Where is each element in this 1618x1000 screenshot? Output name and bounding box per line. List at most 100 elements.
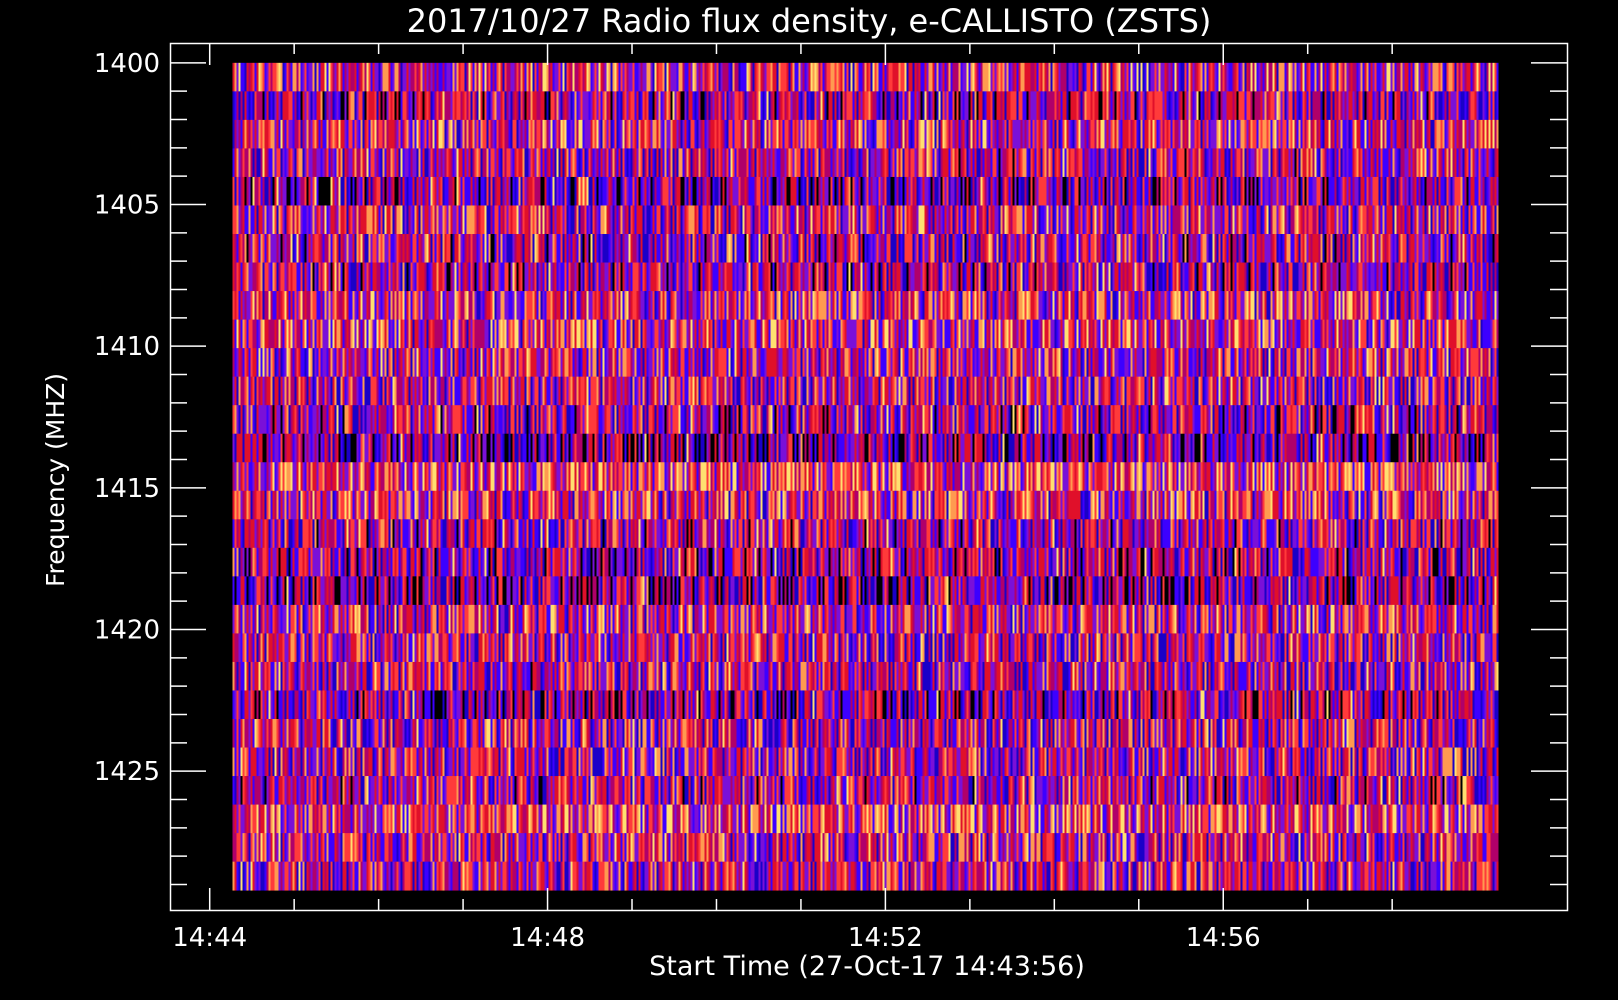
heatmap-cell (1300, 62, 1303, 92)
heatmap-cell (1188, 119, 1191, 149)
heatmap-cell (732, 91, 735, 121)
heatmap-cell (1192, 234, 1197, 263)
heatmap-cell (514, 148, 517, 178)
heatmap-cell (1014, 291, 1017, 320)
heatmap-cell (1032, 176, 1035, 206)
heatmap-cell (726, 291, 729, 320)
heatmap-cell (794, 291, 797, 320)
heatmap-cell (1442, 62, 1445, 92)
heatmap-cell (502, 62, 505, 92)
heatmap-cell (408, 91, 411, 121)
heatmap-cell (1138, 91, 1141, 121)
heatmap-cell (1420, 62, 1423, 92)
heatmap-cell (576, 176, 579, 206)
heatmap-cell (284, 234, 287, 263)
heatmap-cell (1126, 91, 1129, 121)
heatmap-cell (1348, 262, 1351, 292)
heatmap-cell (268, 205, 273, 235)
heatmap-cell (1430, 262, 1433, 292)
heatmap-cell (1016, 148, 1019, 178)
heatmap-cell (502, 176, 505, 206)
heatmap-cell (1058, 262, 1063, 292)
heatmap-cell (1242, 176, 1245, 206)
heatmap-cell (418, 176, 421, 206)
heatmap-cell (660, 234, 663, 263)
heatmap-cell (1184, 262, 1189, 292)
heatmap-cell (1382, 205, 1385, 235)
heatmap-cell (990, 205, 993, 235)
heatmap-cell (688, 262, 693, 292)
heatmap-cell (394, 291, 397, 320)
heatmap-cell (532, 262, 535, 292)
heatmap-cell (1132, 291, 1135, 320)
heatmap-cell (478, 62, 481, 92)
heatmap-cell (624, 291, 627, 320)
heatmap-cell (698, 119, 701, 149)
heatmap-cell (1100, 262, 1103, 292)
heatmap-cell (802, 176, 805, 206)
heatmap-cell (1010, 91, 1017, 121)
heatmap-cell (966, 291, 969, 320)
heatmap-cell (1374, 148, 1377, 178)
heatmap-cell (490, 148, 495, 178)
heatmap-cell (638, 148, 641, 178)
heatmap-cell (1324, 119, 1329, 149)
heatmap-cell (630, 291, 633, 320)
heatmap-cell (628, 119, 631, 149)
heatmap-cell (278, 205, 281, 235)
heatmap-cell (812, 62, 815, 92)
heatmap-cell (324, 205, 327, 235)
heatmap-cell (292, 119, 295, 149)
heatmap-cell (790, 62, 793, 92)
heatmap-cell (956, 119, 959, 149)
heatmap-cell (1144, 119, 1149, 149)
heatmap-cell (1428, 119, 1431, 149)
heatmap-cell (1464, 291, 1467, 320)
heatmap-cell (266, 91, 269, 121)
heatmap-cell (1206, 119, 1209, 149)
heatmap-cell (806, 291, 809, 320)
heatmap-cell (814, 234, 817, 263)
heatmap-cell (1394, 62, 1397, 92)
heatmap-cell (932, 91, 935, 121)
heatmap-cell (1248, 291, 1251, 320)
heatmap-cell (596, 119, 599, 149)
heatmap-cell (1050, 148, 1053, 178)
heatmap-cell (468, 148, 471, 178)
heatmap-cell (352, 176, 355, 206)
heatmap-cell (324, 148, 327, 178)
heatmap-cell (494, 291, 497, 320)
heatmap-cell (626, 62, 629, 92)
heatmap-cell (712, 291, 715, 320)
heatmap-cell (1394, 176, 1397, 206)
heatmap-cell (1456, 262, 1459, 292)
heatmap-cell (1300, 234, 1303, 263)
heatmap-cell (1364, 291, 1369, 320)
heatmap-cell (764, 291, 767, 320)
heatmap-cell (1040, 91, 1043, 121)
heatmap-cell (564, 91, 567, 121)
heatmap-cell (362, 262, 365, 292)
heatmap-cell (818, 262, 821, 292)
heatmap-cell (1236, 291, 1241, 320)
heatmap-cell (408, 291, 411, 320)
heatmap-cell (1230, 205, 1233, 235)
heatmap-cell (1400, 234, 1403, 263)
heatmap-cell (360, 148, 363, 178)
heatmap-cell (576, 291, 581, 320)
heatmap-cell (232, 91, 235, 121)
heatmap-cell (412, 119, 415, 149)
heatmap-cell (586, 291, 589, 320)
heatmap-cell (554, 176, 557, 206)
heatmap-cell (1218, 119, 1221, 149)
heatmap-cell (1192, 176, 1195, 206)
heatmap-cell (564, 176, 567, 206)
heatmap-cell (1294, 205, 1297, 235)
heatmap-cell (436, 148, 439, 178)
heatmap-cell (276, 176, 279, 206)
heatmap-cell (1318, 291, 1321, 320)
heatmap-cell (846, 291, 849, 320)
heatmap-cell (1156, 176, 1159, 206)
heatmap-cell (652, 291, 655, 320)
heatmap-cell (756, 262, 759, 292)
